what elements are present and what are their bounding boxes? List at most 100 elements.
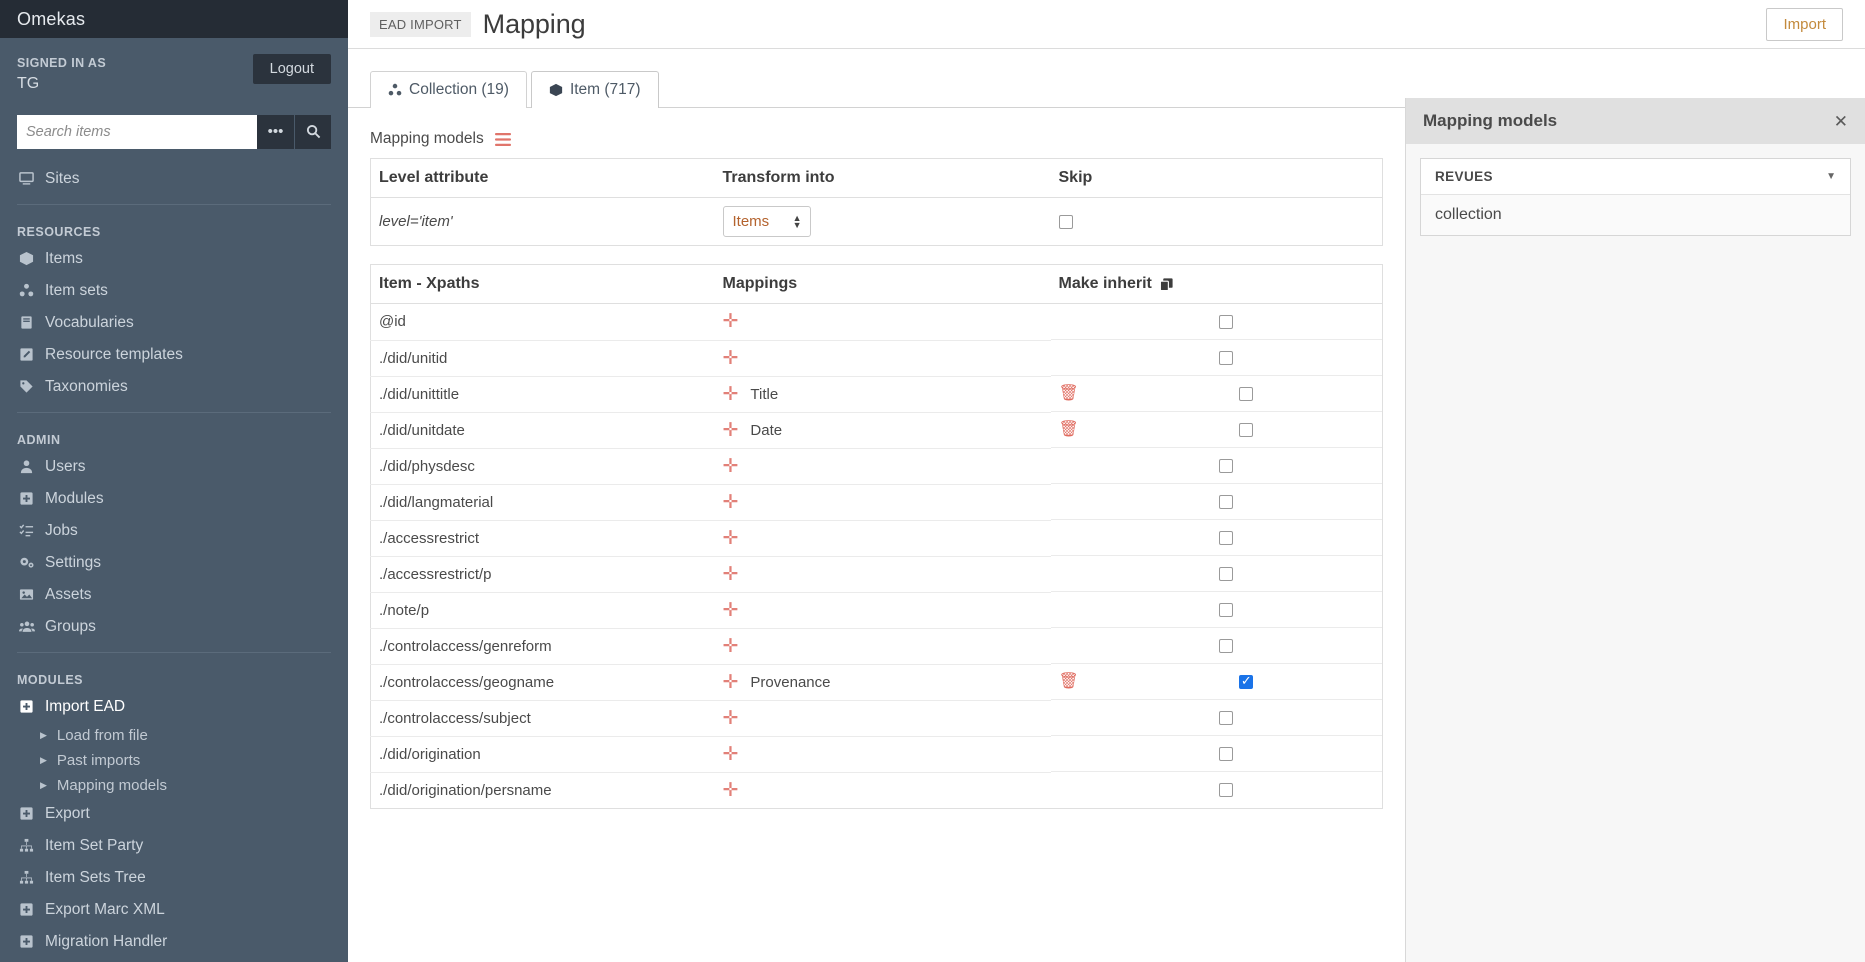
make-inherit-checkbox[interactable] — [1218, 350, 1233, 365]
sidebar-item-necropolis[interactable]: Necropolis — [0, 958, 348, 962]
sidebar-item-taxonomies[interactable]: Taxonomies — [0, 371, 348, 403]
make-inherit-checkbox[interactable] — [1218, 530, 1233, 545]
make-inherit-checkbox[interactable] — [1218, 494, 1233, 509]
make-inherit-checkbox[interactable] — [1218, 566, 1233, 581]
cell-xpath: ./did/unitid — [370, 340, 715, 377]
make-inherit-checkbox[interactable] — [1218, 458, 1233, 473]
plus-icon[interactable]: ✛ — [723, 457, 739, 476]
plus-icon[interactable]: ✛ — [723, 745, 739, 764]
plus-icon[interactable]: ✛ — [723, 637, 739, 656]
cell-mapping: ✛ — [714, 736, 1051, 773]
ellipsis-icon[interactable]: ••• — [257, 114, 294, 149]
make-inherit-checkbox[interactable] — [1238, 673, 1253, 689]
make-inherit-checkbox[interactable] — [1218, 314, 1233, 329]
plus-icon[interactable]: ✛ — [723, 673, 739, 692]
cell-xpath: ./controlaccess/geogname — [370, 664, 715, 701]
sidebar-item-item-set-party[interactable]: Item Set Party — [0, 830, 348, 862]
make-inherit-checkbox[interactable] — [1238, 386, 1253, 401]
sidebar-item-import-ead[interactable]: Import EAD — [0, 691, 348, 723]
trash-icon[interactable]: 🗑 — [1059, 421, 1079, 438]
table-row: ./did/unitid ✛ — [370, 340, 1383, 377]
import-button[interactable]: Import — [1766, 7, 1843, 41]
plus-icon[interactable]: ✛ — [723, 493, 739, 512]
search-icon[interactable] — [294, 114, 331, 149]
trash-icon[interactable]: 🗑 — [1059, 385, 1079, 402]
trash-icon[interactable]: 🗑 — [1059, 673, 1079, 690]
tab-item[interactable]: Item (717) — [530, 71, 659, 108]
make-inherit-checkbox[interactable] — [1218, 783, 1233, 797]
table-header-row: Item - Xpaths Mappings Make inherit — [370, 264, 1383, 304]
sidebar-section-resources: RESOURCES Items Item sets Vocabularies R… — [0, 219, 348, 413]
group-header-revues[interactable]: REVUES ▼ — [1421, 159, 1850, 195]
cell-transform-into: Items ▲ ▼ — [715, 198, 1051, 246]
sidebar-subitem-mapping-models[interactable]: ▶ Mapping models — [0, 773, 348, 798]
plus-icon[interactable]: ✛ — [723, 349, 739, 368]
item-sets-icon — [17, 283, 36, 298]
nav-divider — [17, 203, 331, 205]
logout-button[interactable]: Logout — [252, 54, 331, 84]
sidebar-item-settings[interactable]: Settings — [0, 547, 348, 579]
sidebar-item-migration-handler[interactable]: Migration Handler — [0, 926, 348, 958]
sidebar-item-item-sets-tree[interactable]: Item Sets Tree — [0, 862, 348, 894]
sidebar-item-groups[interactable]: Groups — [0, 611, 348, 643]
make-inherit-checkbox[interactable] — [1218, 710, 1233, 725]
plus-icon[interactable]: ✛ — [723, 529, 739, 548]
sitemap-icon — [17, 870, 36, 885]
sidebar-brand[interactable]: Omekas — [0, 0, 348, 38]
sidebar-item-assets[interactable]: Assets — [0, 579, 348, 611]
cell-xpath: ./controlaccess/genreform — [370, 628, 715, 665]
mapping-panel: Mapping models Level attribute Transform… — [370, 108, 1383, 809]
cell-xpath: ./did/physdesc — [370, 448, 715, 485]
plus-icon[interactable]: ✛ — [723, 601, 739, 620]
sidebar-item-sites[interactable]: Sites — [0, 163, 348, 195]
cell-mapping: ✛ — [714, 303, 1051, 341]
sidebar-item-users[interactable]: Users — [0, 451, 348, 483]
transform-into-select[interactable]: Items — [722, 206, 811, 237]
cell-make-inherit: 🗑 — [1050, 376, 1382, 412]
sidebar-section-modules: MODULES Import EAD ▶ Load from file ▶ Pa… — [0, 667, 348, 962]
level-attribute-table: Level attribute Transform into Skip leve… — [370, 158, 1383, 246]
make-inherit-checkbox[interactable] — [1238, 422, 1253, 437]
sidebar-item-items[interactable]: Items — [0, 243, 348, 275]
sidebar-item-jobs[interactable]: Jobs — [0, 515, 348, 547]
cell-xpath: ./controlaccess/subject — [370, 700, 715, 737]
sidebar-item-label: Assets — [45, 585, 92, 603]
close-icon[interactable]: ✕ — [1834, 113, 1848, 130]
cell-make-inherit — [1050, 700, 1382, 736]
tab-collection[interactable]: Collection (19) — [370, 71, 527, 108]
user-name: TG — [17, 74, 40, 92]
sidebar-item-resource-templates[interactable]: Resource templates — [0, 339, 348, 371]
sidebar-item-label: Taxonomies — [45, 377, 128, 395]
plus-icon[interactable]: ✛ — [723, 781, 739, 800]
search-input[interactable] — [17, 114, 257, 149]
sidebar-item-label: Settings — [45, 553, 102, 571]
sidebar-item-item-sets[interactable]: Item sets — [0, 275, 348, 307]
make-inherit-checkbox[interactable] — [1218, 638, 1233, 653]
plus-icon[interactable]: ✛ — [723, 421, 739, 440]
plus-icon[interactable]: ✛ — [723, 709, 739, 728]
hamburger-icon[interactable] — [494, 132, 511, 146]
sitemap-icon — [17, 838, 36, 853]
sidebar-item-export-marc-xml[interactable]: Export Marc XML — [0, 894, 348, 926]
sidebar-item-modules[interactable]: Modules — [0, 483, 348, 515]
list-item[interactable]: collection — [1421, 195, 1850, 235]
sidebar-item-vocabularies[interactable]: Vocabularies — [0, 307, 348, 339]
caret-right-icon: ▶ — [40, 729, 47, 740]
table-row: ./did/origination/persname ✛ — [371, 772, 1383, 809]
tag-icon — [17, 379, 36, 394]
copy-icon[interactable] — [1159, 277, 1174, 292]
breadcrumb[interactable]: EAD IMPORT — [370, 11, 471, 37]
sidebar-subitem-label: Past imports — [56, 751, 141, 769]
skip-checkbox[interactable] — [1058, 215, 1073, 230]
plus-icon[interactable]: ✛ — [723, 312, 739, 331]
make-inherit-checkbox[interactable] — [1218, 602, 1233, 617]
sidebar-item-export[interactable]: Export — [0, 798, 348, 830]
plus-icon[interactable]: ✛ — [723, 565, 739, 584]
plus-icon[interactable]: ✛ — [723, 385, 739, 404]
main-area: EAD IMPORT Mapping Import Collection (19… — [348, 0, 1865, 962]
cell-mapping: ✛ — [714, 340, 1051, 377]
make-inherit-checkbox[interactable] — [1218, 746, 1233, 761]
sidebar-subitem-load-from-file[interactable]: ▶ Load from file — [0, 723, 348, 748]
sidebar-subitem-past-imports[interactable]: ▶ Past imports — [0, 748, 348, 773]
cell-make-inherit — [1050, 448, 1382, 484]
